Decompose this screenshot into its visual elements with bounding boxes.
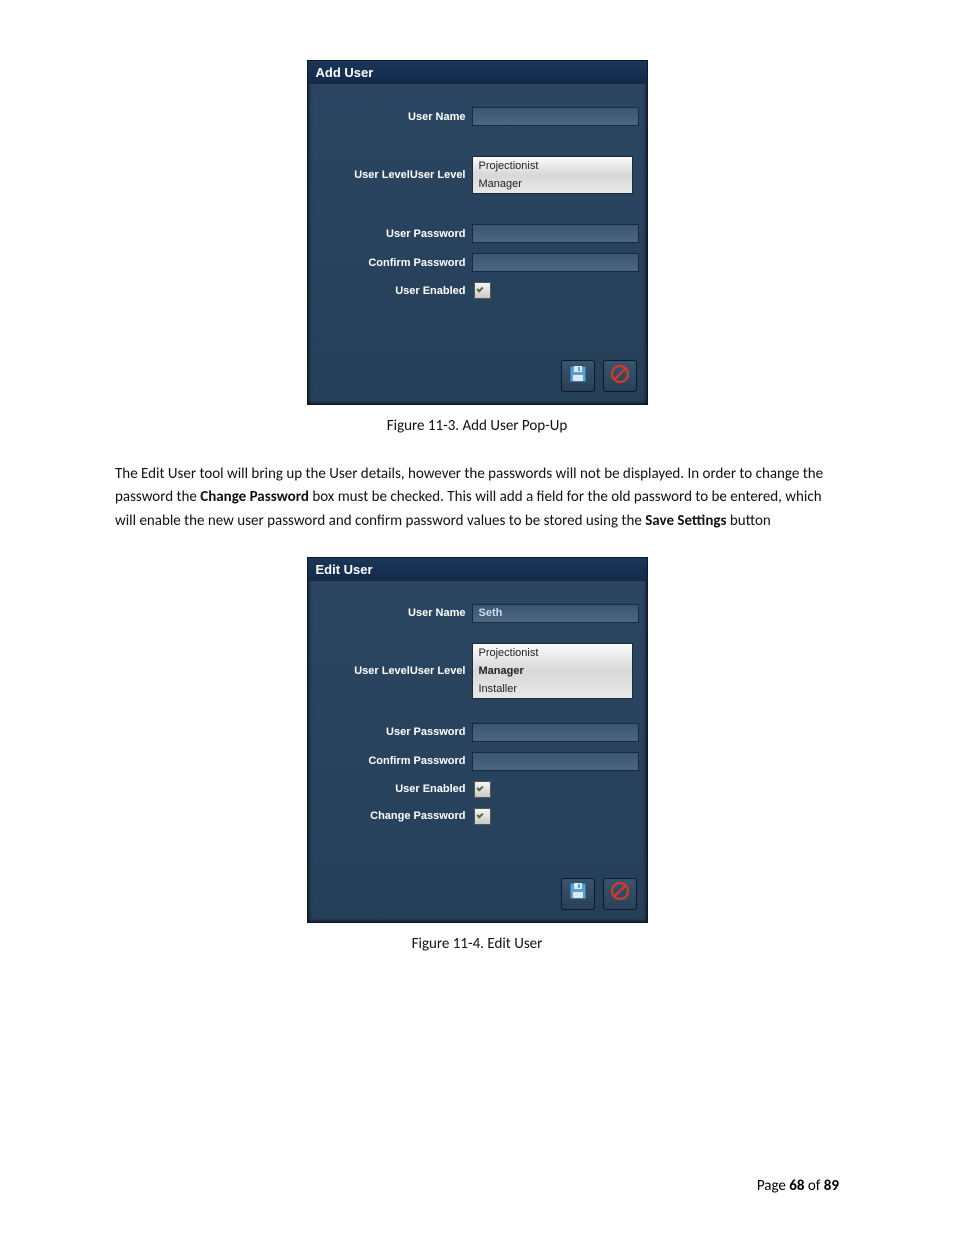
label-user-password: User Password (308, 228, 472, 240)
floppy-disk-icon (568, 364, 588, 389)
confirm-password-field[interactable] (472, 752, 639, 771)
user-password-field[interactable] (472, 224, 639, 243)
body-paragraph: The Edit User tool will bring up the Use… (115, 463, 839, 533)
list-item[interactable]: Installer (473, 680, 632, 698)
user-level-listbox[interactable]: Projectionist Manager (472, 156, 633, 194)
user-enabled-checkbox[interactable] (474, 282, 491, 299)
cancel-icon (610, 364, 630, 389)
figure-caption: Figure 11-3. Add User Pop-Up (115, 417, 839, 435)
label-user-level: User LevelUser Level (308, 665, 472, 677)
list-item[interactable]: Projectionist (473, 157, 632, 175)
label-confirm-password: Confirm Password (308, 257, 472, 269)
save-button[interactable] (561, 360, 595, 392)
edit-user-dialog: Edit User User Name User LevelUser Level… (307, 557, 648, 923)
label-user-name: User Name (308, 111, 472, 123)
list-item[interactable]: Manager (473, 175, 632, 193)
label-user-password: User Password (308, 726, 472, 738)
user-name-field[interactable] (472, 604, 639, 623)
change-password-checkbox[interactable] (474, 808, 491, 825)
save-button[interactable] (561, 878, 595, 910)
label-user-enabled: User Enabled (308, 285, 472, 297)
figure-caption: Figure 11-4. Edit User (115, 935, 839, 953)
cancel-button[interactable] (603, 360, 637, 392)
floppy-disk-icon (568, 881, 588, 906)
label-confirm-password: Confirm Password (308, 755, 472, 767)
label-change-password: Change Password (308, 810, 472, 822)
add-user-dialog: Add User User Name User LevelUser Level … (307, 60, 648, 405)
cancel-button[interactable] (603, 878, 637, 910)
user-enabled-checkbox[interactable] (474, 781, 491, 798)
list-item[interactable]: Manager (473, 662, 632, 680)
confirm-password-field[interactable] (472, 253, 639, 272)
user-password-field[interactable] (472, 723, 639, 742)
list-item[interactable]: Projectionist (473, 644, 632, 662)
page-footer: Page 68 of 89 (757, 1177, 839, 1195)
label-user-level: User LevelUser Level (308, 169, 472, 181)
user-level-listbox[interactable]: Projectionist Manager Installer (472, 643, 633, 699)
dialog-title: Add User (308, 61, 647, 84)
dialog-title: Edit User (308, 558, 647, 581)
label-user-name: User Name (308, 607, 472, 619)
user-name-field[interactable] (472, 107, 639, 126)
cancel-icon (610, 881, 630, 906)
label-user-enabled: User Enabled (308, 783, 472, 795)
